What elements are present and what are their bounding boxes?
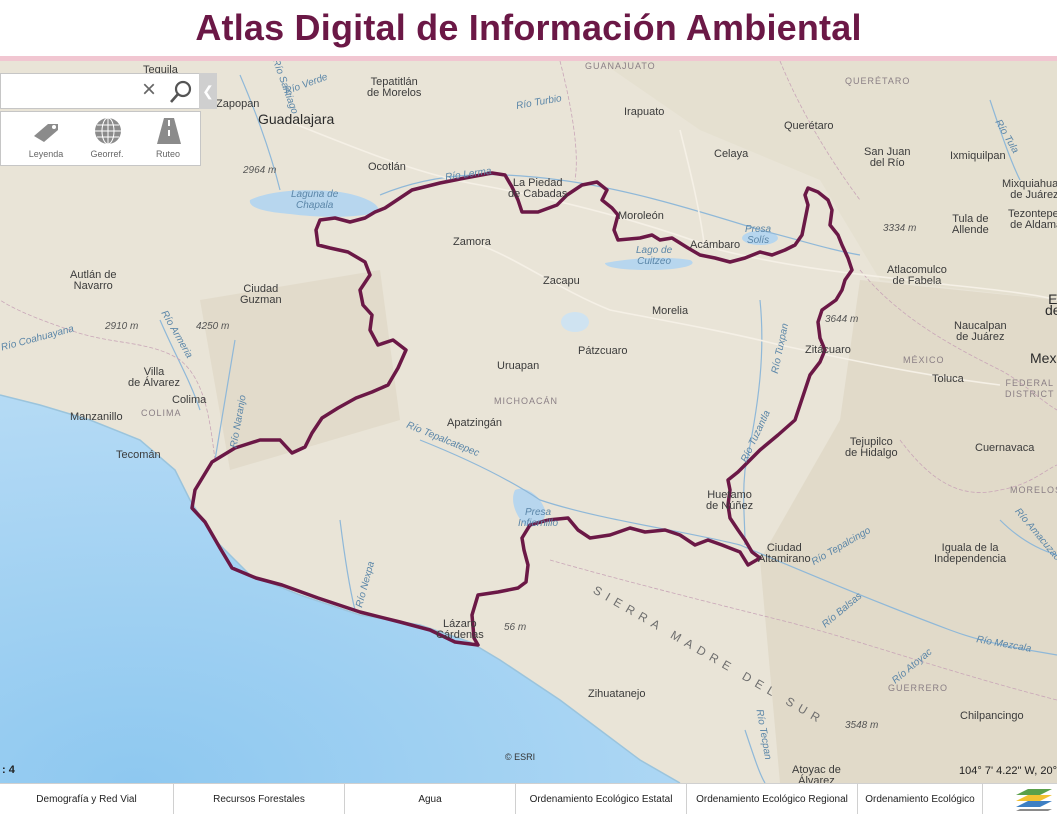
state-label: GUANAJUATO xyxy=(585,61,656,71)
city-label: Celaya xyxy=(714,148,749,160)
toolbar: Leyenda Georref. Ruteo xyxy=(0,111,201,166)
map-view[interactable]: Tequila Tepatitlán de Morelos Zapopan Gu… xyxy=(0,61,1057,783)
search-icon[interactable] xyxy=(167,78,195,106)
tab-recursos-forestales[interactable]: Recursos Forestales xyxy=(174,784,345,814)
city-label: Ciudad Guzman xyxy=(240,283,282,306)
city-label: Atlacomulco de Fabela xyxy=(887,264,947,287)
city-label: Huetamo de Núñez xyxy=(706,489,754,512)
layer-tabs: Demografía y Red Vial Recursos Forestale… xyxy=(0,783,1057,814)
scale-indicator: : 4 xyxy=(2,764,15,776)
city-label: Cuernavaca xyxy=(975,442,1035,454)
tab-agua[interactable]: Agua xyxy=(345,784,516,814)
lake-label: Laguna de Chapala xyxy=(291,189,339,211)
city-label: E de xyxy=(1045,291,1057,318)
city-label: Chilpancingo xyxy=(960,710,1024,722)
city-label: Tula de Allende xyxy=(952,213,989,236)
city-label: Zihuatanejo xyxy=(588,688,646,700)
page-title: Atlas Digital de Información Ambiental xyxy=(195,7,862,48)
header: Atlas Digital de Información Ambiental xyxy=(0,0,1057,56)
state-label: FEDERAL DISTRICT xyxy=(1005,378,1055,399)
city-label: Mixquiahuala de Juárez xyxy=(1002,178,1057,201)
city-label: Manzanillo xyxy=(70,411,123,423)
elevation-label: 2964 m xyxy=(243,165,277,176)
tab-ordenamiento-regional[interactable]: Ordenamiento Ecológico Regional xyxy=(687,784,858,814)
city-label: Uruapan xyxy=(497,360,540,372)
city-label: Zamora xyxy=(453,236,491,248)
georef-button[interactable]: Georref. xyxy=(77,114,137,164)
city-label: Zapopan xyxy=(216,98,260,110)
elevation-label: 3334 m xyxy=(883,223,917,234)
route-label: Ruteo xyxy=(155,149,181,159)
city-label: Moroleón xyxy=(618,210,664,222)
elevation-label: 2910 m xyxy=(105,321,139,332)
tab-ordenamiento-estatal[interactable]: Ordenamiento Ecológico Estatal xyxy=(516,784,687,814)
elevation-label: 3644 m xyxy=(825,314,859,325)
layers-icon[interactable] xyxy=(1014,787,1054,813)
tab-ordenamiento-ecologico[interactable]: Ordenamiento Ecológico xyxy=(858,784,983,814)
lake-label: Presa Infiernillo xyxy=(518,507,559,529)
clear-icon[interactable]: × xyxy=(137,77,161,105)
city-label: Lázaro Cárdenas xyxy=(436,618,484,641)
elevation-label: 56 m xyxy=(504,622,527,633)
state-label: MORELOS xyxy=(1010,485,1057,495)
city-label: Ixmiquilpan xyxy=(950,150,1006,162)
city-label: Mex xyxy=(1030,350,1057,366)
elevation-label: 3548 m xyxy=(845,720,879,731)
city-label: Guadalajara xyxy=(258,111,335,127)
georef-label: Georref. xyxy=(90,149,124,159)
search-bar: × ❮ xyxy=(0,73,217,109)
state-label: COLIMA xyxy=(141,408,182,418)
city-label: Zitácuaro xyxy=(805,344,851,356)
city-label: Villa de Álvarez xyxy=(128,366,180,389)
legend-label: Leyenda xyxy=(28,149,64,159)
globe-icon xyxy=(95,117,121,145)
road-icon xyxy=(157,118,181,144)
city-label: Tepatitlán de Morelos xyxy=(367,76,422,99)
city-label: Atoyac de Álvarez xyxy=(792,764,841,784)
city-label: Zacapu xyxy=(543,275,580,287)
city-label: Apatzingán xyxy=(447,417,503,429)
state-label: MÉXICO xyxy=(903,355,945,365)
lake-label: Presa Solís xyxy=(745,224,772,246)
city-label: Morelia xyxy=(652,305,689,317)
city-label: Tezontepec de Aldama xyxy=(1008,208,1057,231)
search-input[interactable] xyxy=(1,76,137,106)
city-label: Tejupilco de Hidalgo xyxy=(845,436,898,459)
city-label: Ciudad Altamirano xyxy=(758,542,811,565)
elevation-label: 4250 m xyxy=(196,321,230,332)
city-label: Ocotlán xyxy=(368,161,406,173)
route-button[interactable]: Ruteo xyxy=(138,114,198,164)
city-label: Naucalpan de Juárez xyxy=(954,320,1007,343)
collapse-panel-button[interactable]: ❮ xyxy=(199,73,217,109)
city-label: Tecomán xyxy=(116,449,161,461)
attribution: © ESRI xyxy=(505,752,536,762)
state-label: QUERÉTARO xyxy=(845,76,911,86)
coordinate-readout: 104° 7' 4.22" W, 20° xyxy=(959,765,1057,777)
city-label: Querétaro xyxy=(784,120,834,132)
tab-demografia[interactable]: Demografía y Red Vial xyxy=(0,784,174,814)
city-label: Autlán de Navarro xyxy=(70,269,117,292)
city-label: Toluca xyxy=(932,373,964,385)
city-label: Acámbaro xyxy=(690,239,741,251)
city-label: Irapuato xyxy=(624,106,665,118)
city-label: La Piedad de Cabadas xyxy=(508,177,568,200)
city-label: Colima xyxy=(172,394,207,406)
legend-button[interactable]: Leyenda xyxy=(16,114,76,164)
state-label: MICHOACÁN xyxy=(494,396,559,406)
city-label: Pátzcuaro xyxy=(578,345,628,357)
lake-label: Lago de Cuitzeo xyxy=(636,245,673,267)
lago-patzcuaro xyxy=(561,312,589,332)
tag-icon xyxy=(34,124,58,142)
city-label: Iguala de la Independencia xyxy=(934,542,1007,565)
city-label: San Juan del Río xyxy=(864,146,911,169)
